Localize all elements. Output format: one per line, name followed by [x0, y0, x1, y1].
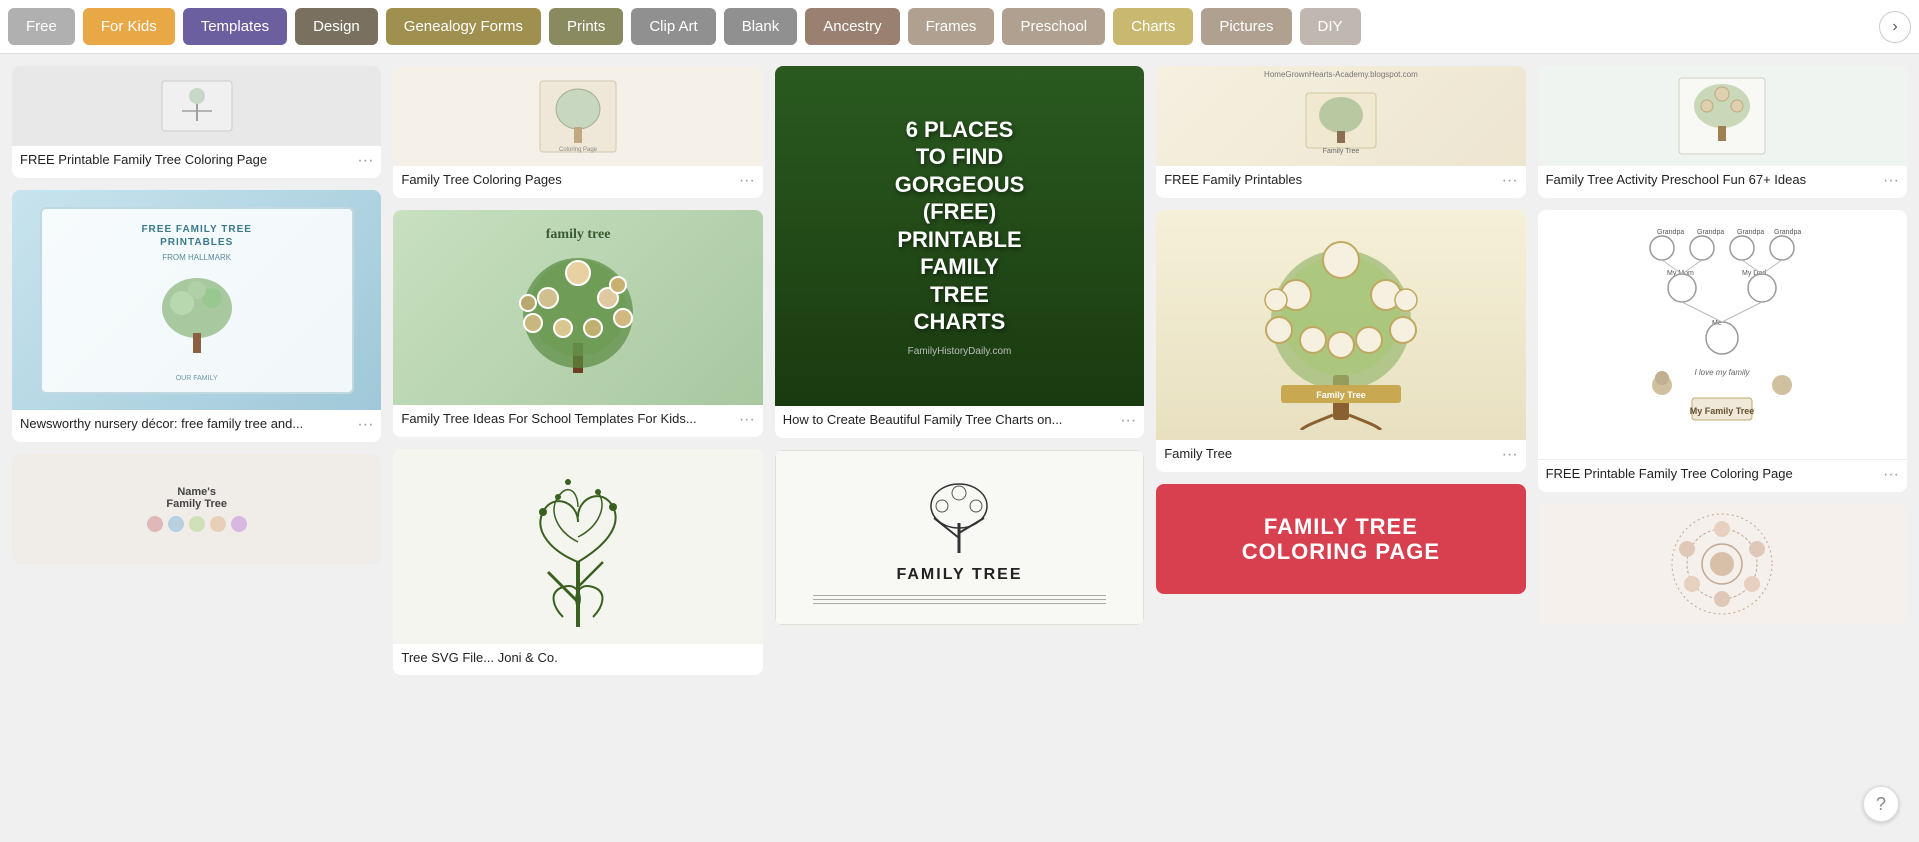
card-footer-coloring-pages: Family Tree Coloring Pages ···	[393, 166, 762, 198]
card-tree-svg[interactable]: Tree SVG File... Joni & Co.	[393, 449, 762, 675]
card-free-family-printables[interactable]: HomeGrownHearts-Academy.blogspot.com Fam…	[1156, 66, 1525, 198]
nav-btn-frames[interactable]: Frames	[908, 8, 995, 45]
card-menu-free-family-printables[interactable]: ···	[1498, 172, 1518, 190]
card-menu-six-places[interactable]: ···	[1116, 412, 1136, 430]
help-icon[interactable]: ?	[1863, 786, 1899, 822]
column-1: FREE Printable Family Tree Coloring Page…	[12, 66, 381, 675]
card-menu-activity[interactable]: ···	[1879, 172, 1899, 190]
svg-text:Grandpa: Grandpa	[1737, 229, 1764, 236]
card-img-free-family-printables: HomeGrownHearts-Academy.blogspot.com Fam…	[1156, 66, 1525, 166]
card-img-pink-coloring: FAMILY TREECOLORING PAGE	[1156, 484, 1525, 594]
card-title-school: Family Tree Ideas For School Templates F…	[401, 411, 734, 428]
nav-btn-templates[interactable]: Templates	[183, 8, 287, 45]
column-2: Coloring Page Family Tree Coloring Pages…	[393, 66, 762, 675]
card-footer-six-places: How to Create Beautiful Family Tree Char…	[775, 406, 1144, 438]
svg-text:My Family Tree: My Family Tree	[1690, 406, 1755, 416]
card-footer-free-family-printables: FREE Family Printables ···	[1156, 166, 1525, 198]
card-menu-printables[interactable]: ···	[353, 416, 373, 434]
card-title-free-family-printables: FREE Family Printables	[1164, 172, 1497, 189]
card-menu-coloring-pages[interactable]: ···	[735, 172, 755, 190]
card-img-family-tree-bottom: FAMILY TREE	[775, 450, 1144, 625]
card-title-coloring-pages: Family Tree Coloring Pages	[401, 172, 734, 189]
card-free-printable-bottom[interactable]: Grandpa Grandpa Grandpa Grandpa My Mom M…	[1538, 210, 1907, 492]
card-beige-tree[interactable]: Family Tree Family Tree ···	[1156, 210, 1525, 472]
svg-text:Family Tree: Family Tree	[1316, 390, 1366, 400]
card-img-activity	[1538, 66, 1907, 166]
card-family-tree-bottom[interactable]: FAMILY TREE	[775, 450, 1144, 625]
svg-text:Grandpa: Grandpa	[1697, 229, 1724, 236]
svg-text:Family Tree: Family Tree	[1323, 148, 1360, 155]
main-grid: FREE Printable Family Tree Coloring Page…	[0, 54, 1919, 687]
card-footer-activity: Family Tree Activity Preschool Fun 67+ I…	[1538, 166, 1907, 198]
nav-next-arrow[interactable]: ›	[1879, 11, 1911, 43]
svg-text:Grandpa: Grandpa	[1657, 229, 1684, 236]
card-img-beige-tree: Family Tree	[1156, 210, 1525, 440]
card-img-free-printable-top	[12, 66, 381, 146]
card-footer-beige-tree: Family Tree ···	[1156, 440, 1525, 472]
column-3: 6 PLACESTO FINDGORGEOUS(FREE)PRINTABLEFA…	[775, 66, 1144, 675]
card-free-printable-top[interactable]: FREE Printable Family Tree Coloring Page…	[12, 66, 381, 178]
nav-btn-ancestry[interactable]: Ancestry	[805, 8, 899, 45]
card-img-school: family tree	[393, 210, 762, 405]
nav-btn-diy[interactable]: DIY	[1300, 8, 1361, 45]
nav-btn-design[interactable]: Design	[295, 8, 378, 45]
card-title-activity: Family Tree Activity Preschool Fun 67+ I…	[1546, 172, 1879, 189]
card-title-free-printable-bottom: FREE Printable Family Tree Coloring Page	[1546, 466, 1879, 483]
svg-text:I love my family: I love my family	[1695, 368, 1751, 377]
card-activity-preschool[interactable]: Family Tree Activity Preschool Fun 67+ I…	[1538, 66, 1907, 198]
nav-btn-for-kids[interactable]: For Kids	[83, 8, 175, 45]
nav-btn-prints[interactable]: Prints	[549, 8, 623, 45]
card-menu-free-printable-bottom[interactable]: ···	[1879, 466, 1899, 484]
card-title-six-places: How to Create Beautiful Family Tree Char…	[783, 412, 1116, 429]
card-circles-tree[interactable]	[1538, 504, 1907, 624]
card-free-family-tree-printables[interactable]: FREE FAMILY TREEPRINTABLES FROM HALLMARK…	[12, 190, 381, 442]
card-img-free-printable-bottom: Grandpa Grandpa Grandpa Grandpa My Mom M…	[1538, 210, 1907, 460]
nav-btn-pictures[interactable]: Pictures	[1201, 8, 1291, 45]
card-img-circles-tree	[1538, 504, 1907, 624]
nav-btn-genealogy-forms[interactable]: Genealogy Forms	[386, 8, 541, 45]
nav-bar: Free For Kids Templates Design Genealogy…	[0, 0, 1919, 54]
svg-text:Grandpa: Grandpa	[1774, 229, 1801, 236]
card-img-six-places: 6 PLACESTO FINDGORGEOUS(FREE)PRINTABLEFA…	[775, 66, 1144, 406]
card-family-tree-ideas-school[interactable]: family tree	[393, 210, 762, 437]
svg-text:Coloring Page: Coloring Page	[559, 147, 598, 153]
card-footer-tree-svg: Tree SVG File... Joni & Co.	[393, 644, 762, 675]
card-img-names: Name'sFamily Tree	[12, 454, 381, 564]
card-names-family-tree[interactable]: Name'sFamily Tree	[12, 454, 381, 564]
column-5: Family Tree Activity Preschool Fun 67+ I…	[1538, 66, 1907, 675]
card-menu-school[interactable]: ···	[735, 411, 755, 429]
card-menu-beige-tree[interactable]: ···	[1498, 446, 1518, 464]
card-footer-free-printable-top: FREE Printable Family Tree Coloring Page…	[12, 146, 381, 178]
card-img-coloring-pages: Coloring Page	[393, 66, 762, 166]
nav-btn-blank[interactable]: Blank	[724, 8, 798, 45]
nav-btn-clip-art[interactable]: Clip Art	[631, 8, 715, 45]
card-title-tree-svg: Tree SVG File... Joni & Co.	[401, 650, 754, 667]
card-footer-printables: Newsworthy nursery décor: free family tr…	[12, 410, 381, 442]
card-pink-coloring[interactable]: FAMILY TREECOLORING PAGE	[1156, 484, 1525, 594]
card-title-beige-tree: Family Tree	[1164, 446, 1497, 463]
nav-btn-preschool[interactable]: Preschool	[1002, 8, 1105, 45]
card-menu-free-printable-top[interactable]: ···	[353, 152, 373, 170]
card-title-printables: Newsworthy nursery décor: free family tr…	[20, 416, 353, 433]
card-footer-school: Family Tree Ideas For School Templates F…	[393, 405, 762, 437]
nav-btn-free[interactable]: Free	[8, 8, 75, 45]
column-4: HomeGrownHearts-Academy.blogspot.com Fam…	[1156, 66, 1525, 675]
card-img-tree-svg	[393, 449, 762, 644]
card-family-tree-coloring-pages[interactable]: Coloring Page Family Tree Coloring Pages…	[393, 66, 762, 198]
card-six-places[interactable]: 6 PLACESTO FINDGORGEOUS(FREE)PRINTABLEFA…	[775, 66, 1144, 438]
card-title-free-printable-top: FREE Printable Family Tree Coloring Page	[20, 152, 353, 169]
nav-btn-charts[interactable]: Charts	[1113, 8, 1193, 45]
card-img-printables: FREE FAMILY TREEPRINTABLES FROM HALLMARK…	[12, 190, 381, 410]
card-footer-free-printable-bottom: FREE Printable Family Tree Coloring Page…	[1538, 460, 1907, 492]
